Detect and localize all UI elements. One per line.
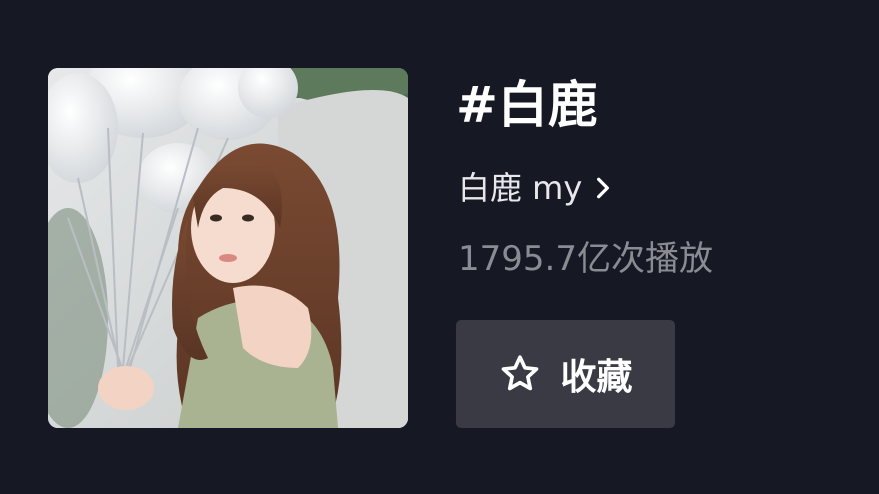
topic-cover-image[interactable]	[48, 68, 408, 428]
chevron-right-icon	[590, 175, 616, 201]
star-outline-icon	[498, 352, 542, 396]
favorite-label: 收藏	[560, 357, 633, 398]
author-name: 白鹿 my	[458, 169, 583, 207]
author-link[interactable]: 白鹿 my	[458, 166, 616, 210]
favorite-button[interactable]: 收藏	[456, 320, 675, 428]
topic-title: #白鹿	[456, 76, 598, 134]
cover-photo	[48, 68, 408, 428]
play-count: 1795.7亿次播放	[458, 239, 713, 279]
